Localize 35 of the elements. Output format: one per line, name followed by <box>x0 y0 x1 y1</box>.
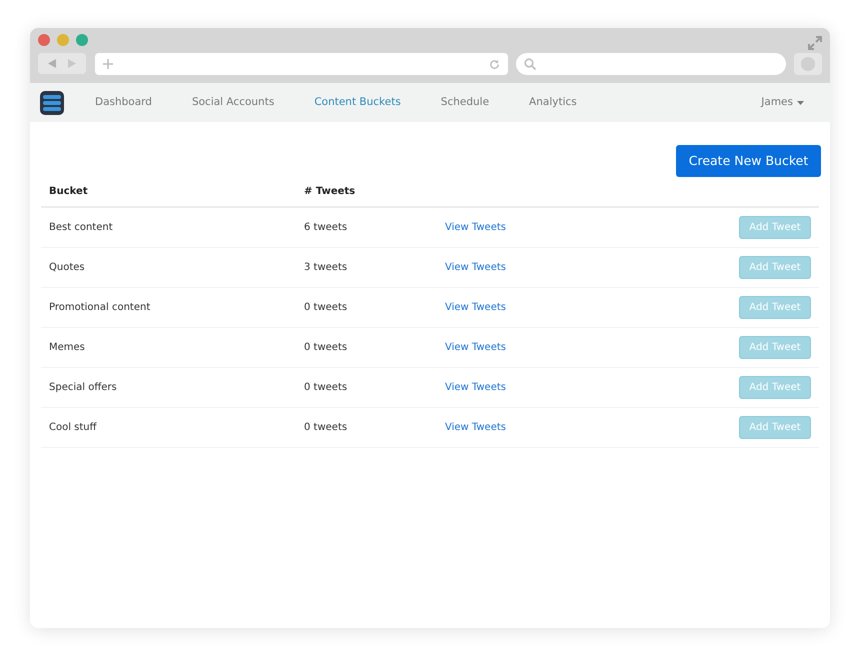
table-cell: Best content <box>49 222 113 233</box>
minimize-icon[interactable] <box>57 34 69 46</box>
column-header: Bucket <box>49 186 88 197</box>
address-bar[interactable] <box>95 53 508 75</box>
column-header: # Tweets <box>304 186 356 197</box>
table-cell: Memes <box>49 342 85 353</box>
nav-tab[interactable]: Content Buckets <box>314 94 401 110</box>
user-menu[interactable]: James <box>761 94 793 110</box>
reload-icon[interactable] <box>489 58 500 70</box>
maximize-icon[interactable] <box>76 34 88 46</box>
table-cell: Special offers <box>49 382 117 393</box>
caret-icon[interactable] <box>797 100 804 104</box>
table-cell: 0 tweets <box>304 382 348 393</box>
back-forward-buttons[interactable] <box>38 53 86 74</box>
plus-icon <box>103 59 113 69</box>
table-cell: Promotional content <box>49 302 150 313</box>
search-icon <box>524 58 536 70</box>
table-cell: 0 tweets <box>304 302 348 313</box>
table-cell: 0 tweets <box>304 342 348 353</box>
expand-icon[interactable] <box>808 36 822 50</box>
forward-icon[interactable] <box>68 59 76 68</box>
back-icon[interactable] <box>48 59 56 68</box>
nav-tab[interactable]: Social Accounts <box>192 94 274 110</box>
nav-tab[interactable]: Schedule <box>440 94 490 110</box>
table-cell: 0 tweets <box>304 422 348 433</box>
table-cell: 3 tweets <box>304 262 348 273</box>
table-cell: 6 tweets <box>304 222 348 233</box>
close-icon[interactable] <box>38 34 50 46</box>
table-cell: Cool stuff <box>49 422 97 433</box>
logo-icon[interactable] <box>40 90 64 114</box>
table-cell: Quotes <box>49 262 85 273</box>
search-field[interactable] <box>516 53 786 75</box>
nav-tab[interactable]: Analytics <box>529 94 577 110</box>
nav-tab[interactable]: Dashboard <box>95 94 152 110</box>
create-bucket-button[interactable]: Create New Bucket <box>676 145 821 177</box>
